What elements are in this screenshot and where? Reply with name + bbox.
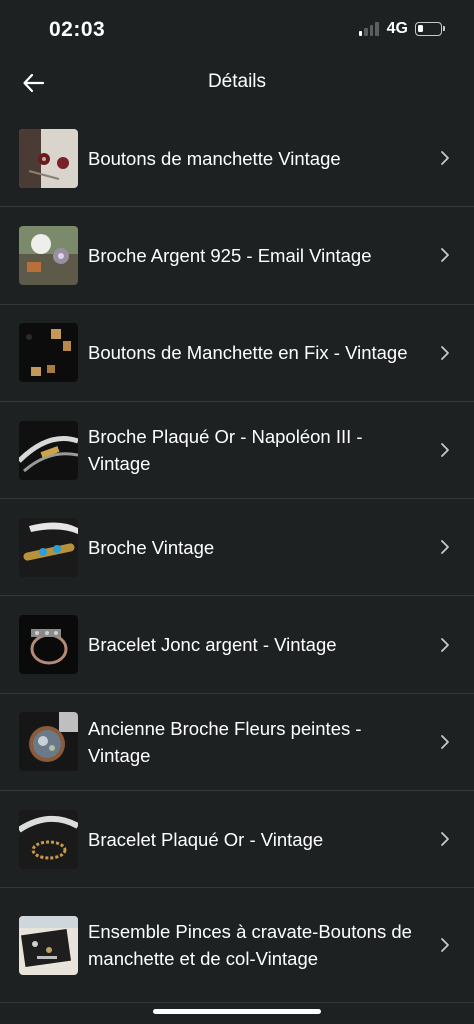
header: Détails [0,60,474,106]
chevron-right-icon [441,832,449,847]
product-thumbnail [19,615,78,675]
list-item[interactable]: Boutons de Manchette en Fix - Vintage [0,305,474,402]
details-screen: 02:03 4G Détails Boutons de manchette Vi… [0,0,474,1024]
chevron-right-icon [441,151,449,166]
list-item[interactable]: Bracelet Plaqué Or - Vintage [0,791,474,889]
product-thumbnail [19,517,78,577]
page-title: Détails [207,71,267,92]
chevron-right-icon [441,637,449,652]
product-thumbnail [19,420,78,480]
product-list: Boutons de manchette Vintage Broche Arge… [0,110,474,1004]
item-label: Bracelet Jonc argent - Vintage [88,634,337,656]
network-type: 4G [386,20,408,37]
chevron-right-icon [441,735,449,749]
list-item[interactable]: Broche Vintage [0,499,474,597]
status-bar: 02:03 4G [0,0,474,60]
chevron-right-icon [441,938,449,953]
chevron-right-icon [441,248,449,263]
list-item[interactable]: Broche Plaqué Or - Napoléon III - Vintag… [0,402,474,500]
item-label: Broche Plaqué Or - Napoléon III - Vintag… [88,426,363,475]
list-item[interactable]: Bracelet Jonc argent - Vintage [0,596,474,694]
list-item[interactable]: Ancienne Broche Fleurs peintes - Vintage [0,694,474,792]
product-thumbnail [19,809,78,869]
list-item[interactable]: Ensemble Pinces à cravate-Boutons de man… [0,888,474,1004]
battery-icon [415,22,445,36]
product-thumbnail [19,225,78,285]
item-label: Broche Vintage [88,536,215,558]
item-label: Bracelet Plaqué Or - Vintage [88,828,324,850]
item-label: Broche Argent 925 - Email Vintage [88,244,372,266]
status-time: 02:03 [49,18,106,41]
item-label: Ensemble Pinces à cravate-Boutons de man… [88,921,412,970]
chevron-right-icon [441,443,449,457]
item-label: Ancienne Broche Fleurs peintes - Vintage [88,717,362,766]
item-label: Boutons de manchette Vintage [88,147,341,169]
signal-icon [358,22,379,36]
chevron-right-icon [441,540,449,555]
list-item[interactable]: Broche Argent 925 - Email Vintage [0,207,474,305]
list-item[interactable]: Boutons de manchette Vintage [0,110,474,208]
status-indicators: 4G [358,20,445,38]
product-thumbnail [19,915,78,975]
home-indicator [153,1009,321,1014]
product-thumbnail [19,128,78,188]
product-thumbnail [19,712,78,772]
item-label: Boutons de Manchette en Fix - Vintage [88,342,408,364]
chevron-right-icon [441,345,449,360]
product-thumbnail [19,323,78,383]
